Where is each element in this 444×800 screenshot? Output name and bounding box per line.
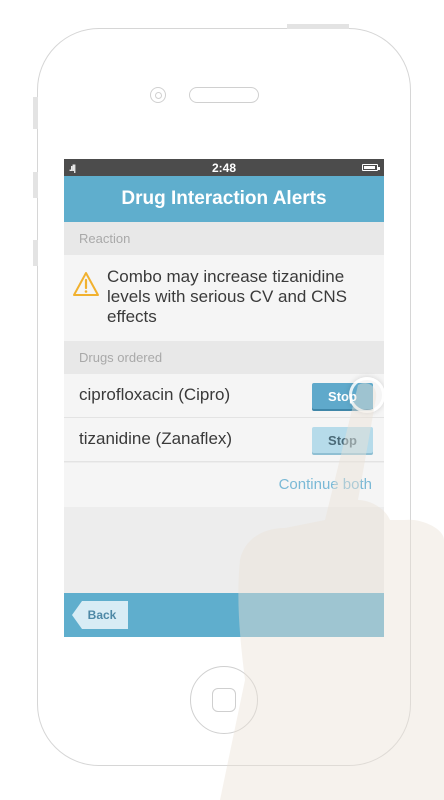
drug-row-cipro: ciprofloxacin (Cipro) Stop: [64, 374, 384, 418]
back-button[interactable]: Back: [72, 601, 128, 629]
volume-up-button: [33, 172, 38, 198]
volume-down-button: [33, 240, 38, 266]
power-button: [287, 24, 349, 29]
touch-indicator: [349, 377, 384, 413]
home-button-icon: [212, 688, 236, 712]
stop-zanaflex-button[interactable]: Stop: [312, 427, 373, 453]
bottom-toolbar: Back: [64, 593, 384, 637]
drug-name: ciprofloxacin (Cipro): [79, 385, 231, 404]
continue-row: Continue both: [64, 463, 384, 507]
warning-triangle-icon: [73, 272, 99, 296]
status-bar: .ıl| 2:48: [64, 159, 384, 176]
nav-bar: Drug Interaction Alerts: [64, 176, 384, 222]
reaction-panel: Combo may increase tizanidine levels wit…: [64, 255, 384, 341]
drugs-ordered-header: Drugs ordered: [64, 341, 384, 374]
mute-switch: [33, 97, 38, 129]
drug-name: tizanidine (Zanaflex): [79, 429, 233, 448]
continue-both-link[interactable]: Continue both: [279, 476, 372, 493]
drug-row-zanaflex: tizanidine (Zanaflex) Stop: [64, 418, 384, 462]
earpiece-speaker: [189, 87, 259, 103]
app-screen: .ıl| 2:48 Drug Interaction Alerts Reacti…: [64, 159, 384, 637]
status-time: 2:48: [211, 161, 237, 175]
front-camera: [150, 87, 166, 103]
reaction-text: Combo may increase tizanidine levels wit…: [107, 267, 347, 326]
battery-icon: [362, 164, 380, 171]
page-title: Drug Interaction Alerts: [121, 188, 327, 209]
reaction-header: Reaction: [64, 222, 384, 255]
